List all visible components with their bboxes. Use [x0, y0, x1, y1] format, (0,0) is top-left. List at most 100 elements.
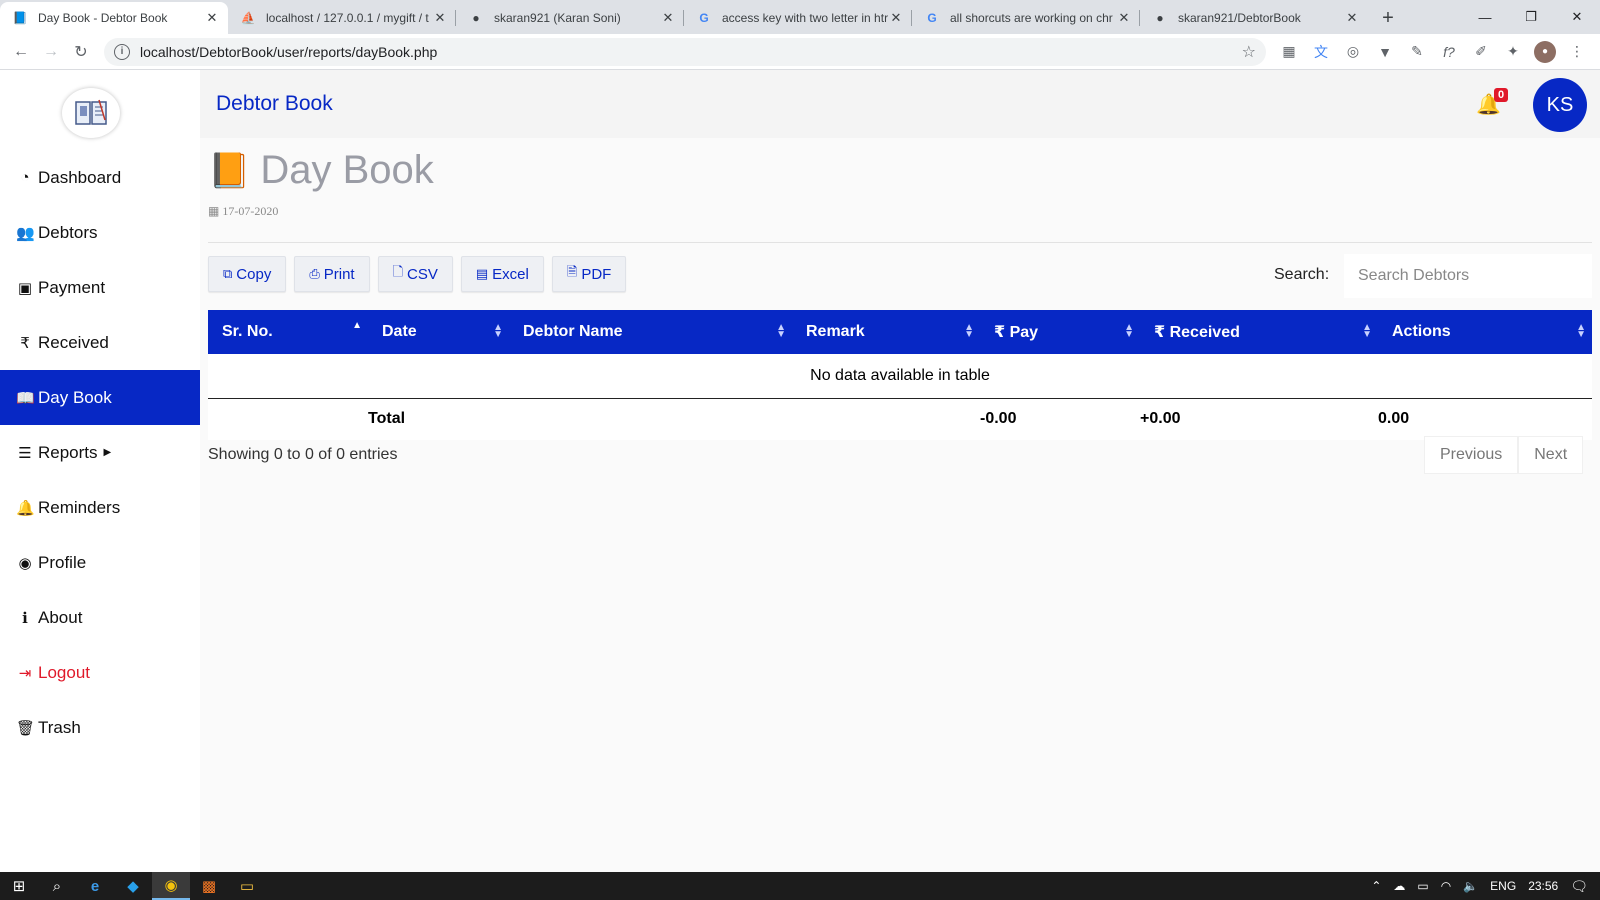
google-icon: G [699, 11, 709, 25]
main-content: 📙 Day Book ▦ 17-07-2020 ⧉ Copy ⎙ Print 🗋… [200, 138, 1600, 872]
browser-tab-day-book[interactable]: 📘 Day Book - Debtor Book ✕ [0, 2, 228, 34]
total-label: Total [368, 398, 509, 440]
profile-avatar-icon[interactable]: ● [1534, 40, 1556, 63]
column-header-debtor-name[interactable]: Debtor Name ▲ ▼ [509, 310, 792, 354]
sort-asc-icon: ▲ [352, 320, 362, 331]
sidebar-item-day-book[interactable]: 📖 Day Book [0, 370, 200, 425]
tab-title: all shorcuts are working on chr [950, 11, 1113, 25]
total-received: +0.00 [1140, 398, 1378, 440]
browser-tab-google-1[interactable]: G access key with two letter in htr ✕ [684, 2, 912, 34]
csv-button[interactable]: 🗋 CSV [377, 256, 453, 292]
column-label: Pay [1009, 324, 1039, 341]
close-icon[interactable]: ✕ [432, 10, 448, 26]
sidebar-item-label: Profile [38, 552, 87, 572]
volume-icon[interactable]: 🔈 [1463, 879, 1478, 893]
file-pdf-icon: 🗎 [566, 264, 578, 279]
column-header-sr-no[interactable]: Sr. No. ▲ [208, 310, 368, 354]
button-label: Excel [492, 265, 529, 283]
browser-tab-phpmyadmin[interactable]: ⛵ localhost / 127.0.0.1 / mygift / t ✕ [228, 2, 456, 34]
search-input[interactable] [1344, 254, 1592, 298]
column-header-date[interactable]: Date ▲ ▼ [368, 310, 509, 354]
browser-tab-github-profile[interactable]: ● skaran921 (Karan Soni) ✕ [456, 2, 684, 34]
close-icon[interactable]: ✕ [204, 10, 220, 26]
total-pay: -0.00 [980, 398, 1140, 440]
browser-tab-google-2[interactable]: G all shorcuts are working on chr ✕ [912, 2, 1140, 34]
formula-icon[interactable]: f? [1438, 41, 1460, 63]
sidebar-item-about[interactable]: ℹ About [0, 590, 200, 645]
sidebar-item-trash[interactable]: 🗑 Trash [0, 700, 200, 755]
forward-icon[interactable]: → [36, 37, 66, 67]
close-icon[interactable]: ✕ [660, 10, 676, 26]
user-avatar[interactable]: KS [1533, 78, 1587, 132]
windows-start-icon[interactable]: ⊞ [0, 872, 38, 900]
sort-icon: ▲ ▼ [776, 322, 786, 340]
close-icon[interactable]: ✕ [888, 10, 904, 26]
address-bar[interactable]: i localhost/DebtorBook/user/reports/dayB… [104, 37, 1266, 66]
next-button[interactable]: Next [1518, 436, 1584, 474]
language-indicator[interactable]: ENG [1490, 879, 1516, 893]
extensions-puzzle-icon[interactable]: ✦ [1502, 41, 1524, 63]
search-icon[interactable]: ⌕ [38, 872, 76, 900]
copy-button[interactable]: ⧉ Copy [208, 256, 287, 292]
bookmark-star-icon[interactable]: ☆ [1242, 42, 1256, 62]
pen-icon[interactable]: ✎ [1406, 41, 1428, 63]
translate-icon[interactable]: 文 [1310, 41, 1332, 63]
browser-tab-github-repo[interactable]: ● skaran921/DebtorBook ✕ [1140, 2, 1368, 34]
close-icon[interactable]: ✕ [1116, 10, 1132, 26]
extension-grid-icon[interactable]: ▦ [1278, 41, 1300, 63]
sidebar-item-label: Reports [38, 442, 98, 462]
chrome-icon[interactable]: ◉ [152, 872, 190, 900]
extension-circle-icon[interactable]: ◎ [1342, 41, 1364, 63]
vue-devtools-icon[interactable]: ▼ [1374, 41, 1396, 63]
sidebar-item-debtors[interactable]: 👥 Debtors [0, 205, 200, 260]
wifi-icon[interactable]: ◠ [1441, 879, 1451, 893]
xampp-icon[interactable]: ▩ [190, 872, 228, 900]
chevron-up-icon[interactable]: ⌃ [1371, 879, 1381, 893]
sort-icon: ▲ ▼ [964, 322, 974, 340]
sidebar-item-reminders[interactable]: 🔔 Reminders [0, 480, 200, 535]
onedrive-icon[interactable]: ☁ [1393, 879, 1405, 893]
caret-right-icon: ▶ [103, 447, 112, 458]
app-logo[interactable] [62, 88, 120, 138]
page-date-text: 17-07-2020 [222, 204, 279, 218]
menu-dots-icon[interactable]: ⋮ [1566, 41, 1588, 63]
browser-tab-strip: 📘 Day Book - Debtor Book ✕ ⛵ localhost /… [0, 0, 1600, 34]
eyedropper-icon[interactable]: ✐ [1470, 41, 1492, 63]
previous-button[interactable]: Previous [1424, 436, 1519, 474]
sidebar-item-payment[interactable]: ▣ Payment [0, 260, 200, 315]
sidebar-item-received[interactable]: ₹ Received [0, 315, 200, 370]
excel-button[interactable]: ▤ Excel [460, 256, 544, 292]
trash-icon: 🗑 [16, 719, 36, 737]
restore-icon[interactable]: ❐ [1508, 0, 1554, 34]
rupee-icon: ₹ [994, 324, 1006, 341]
notifications-icon[interactable]: 🗨 [1570, 878, 1588, 895]
back-icon[interactable]: ← [6, 37, 36, 67]
sidebar-item-dashboard[interactable]: ◔ Dashboard [0, 150, 200, 205]
site-info-icon[interactable]: i [114, 43, 130, 60]
clock[interactable]: 23:56 [1528, 879, 1558, 893]
print-button[interactable]: ⎙ Print [294, 256, 370, 292]
sidebar-item-profile[interactable]: ◉ Profile [0, 535, 200, 590]
brand-title[interactable]: Debtor Book [216, 92, 333, 116]
phpmyadmin-icon: ⛵ [240, 11, 256, 25]
close-window-icon[interactable]: ✕ [1554, 0, 1600, 34]
battery-icon[interactable]: ▭ [1417, 879, 1428, 893]
column-header-received[interactable]: ₹ Received ▲ ▼ [1140, 310, 1378, 354]
notification-badge: 0 [1494, 88, 1509, 102]
vscode-icon[interactable]: ◆ [114, 872, 152, 900]
sidebar-item-label: Received [38, 332, 109, 352]
close-icon[interactable]: ✕ [1344, 10, 1360, 26]
total-cell-empty [509, 398, 792, 440]
column-header-pay[interactable]: ₹ Pay ▲ ▼ [980, 310, 1140, 354]
sidebar-item-label: Debtors [38, 222, 98, 242]
sidebar-item-reports[interactable]: ☰ Reports ▶ [0, 425, 200, 480]
sidebar-item-logout[interactable]: ⇥ Logout [0, 645, 200, 700]
edge-icon[interactable]: e [76, 872, 114, 900]
file-explorer-icon[interactable]: ▭ [228, 872, 266, 900]
pdf-button[interactable]: 🗎 PDF [551, 256, 627, 292]
column-header-remark[interactable]: Remark ▲ ▼ [792, 310, 980, 354]
column-header-actions[interactable]: Actions ▲ ▼ [1378, 310, 1592, 354]
reload-icon[interactable]: ↻ [66, 37, 96, 67]
minimize-icon[interactable]: — [1462, 0, 1508, 34]
new-tab-button[interactable]: + [1374, 4, 1402, 32]
